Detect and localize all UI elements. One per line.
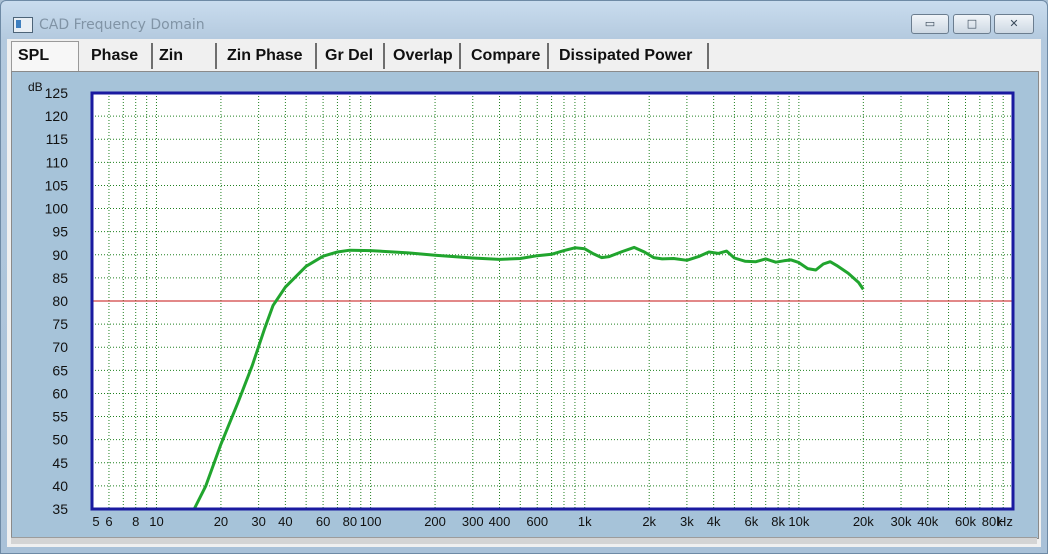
tab-gr-del[interactable]: Gr Del	[319, 43, 385, 69]
minimize-button[interactable]: ▭	[911, 14, 949, 34]
y-tick-label: 105	[45, 177, 69, 193]
x-tick-label: 30k	[891, 514, 912, 529]
x-tick-label: 4k	[707, 514, 721, 529]
tab-compare[interactable]: Compare	[465, 43, 549, 69]
y-tick-label: 75	[52, 316, 68, 332]
x-tick-label: 3k	[680, 514, 694, 529]
x-tick-label: 10	[149, 514, 163, 529]
x-tick-label: 8k	[771, 514, 785, 529]
main-panel: SPL Phase Zin Zin Phase Gr Del Overlap C…	[7, 39, 1041, 547]
x-tick-label: 5	[92, 514, 99, 529]
y-tick-label: 110	[46, 154, 69, 170]
y-tick-label: 100	[45, 201, 69, 217]
x-tick-label: 20k	[853, 514, 874, 529]
window-title: CAD Frequency Domain	[39, 17, 205, 33]
y-tick-label: 65	[52, 362, 68, 378]
y-tick-label: 90	[52, 247, 68, 263]
x-tick-label: 1k	[578, 514, 592, 529]
close-button[interactable]: ✕	[994, 14, 1034, 34]
x-tick-label: 8	[132, 514, 139, 529]
spl-chart: dB 3540455055606570758085909510010511011…	[28, 80, 1015, 529]
x-tick-label: 6	[105, 514, 112, 529]
app-window: CAD Frequency Domain ▭ □ ✕ SPL Phase Zin…	[0, 0, 1048, 554]
tab-spl[interactable]: SPL	[11, 41, 79, 71]
plot-area: dB 35 40 45 50 55 60 65 70 75 80 85 90 95 100 105 110 11…	[11, 71, 1039, 539]
x-tick-label: 600	[526, 514, 548, 529]
x-tick-label: 400	[489, 514, 511, 529]
y-tick-label: 55	[52, 409, 68, 425]
tab-dissipated-power[interactable]: Dissipated Power	[553, 43, 709, 69]
y-tick-label: 125	[45, 85, 69, 101]
y-tick-labels: 35 40 45 50 55 60 65 70 75 80 85 90 95 100 105 110 115 12…	[45, 85, 69, 517]
tab-zin[interactable]: Zin	[153, 43, 217, 69]
x-tick-label: 10k	[788, 514, 809, 529]
maximize-button[interactable]: □	[953, 14, 991, 34]
x-tick-label: 80	[343, 514, 357, 529]
y-tick-label: 50	[52, 432, 68, 448]
x-tick-label: 40	[278, 514, 292, 529]
x-tick-label: 300	[462, 514, 484, 529]
x-tick-label: 2k	[642, 514, 656, 529]
y-tick-label: 115	[46, 131, 69, 147]
tab-zin-phase[interactable]: Zin Phase	[221, 43, 317, 69]
y-tick-label: 35	[52, 501, 68, 517]
y-tick-label: 70	[52, 339, 68, 355]
y-axis-unit-label: dB	[28, 80, 43, 94]
y-tick-label: 85	[52, 270, 68, 286]
tab-phase[interactable]: Phase	[85, 43, 153, 69]
x-tick-label: 60	[316, 514, 330, 529]
x-tick-labels: 5 6 8 10 20 30 40 60 80 100 200 300 400 600 1k 2k 3k 4k 6k…	[92, 514, 1013, 529]
x-tick-label: 30	[251, 514, 265, 529]
x-tick-label: Hz	[997, 514, 1013, 529]
y-tick-label: 60	[52, 385, 68, 401]
x-tick-label: 6k	[744, 514, 758, 529]
y-tick-label: 95	[52, 224, 68, 240]
y-tick-label: 120	[45, 108, 69, 124]
x-tick-label: 100	[360, 514, 382, 529]
title-bar[interactable]: CAD Frequency Domain ▭ □ ✕	[1, 1, 1047, 39]
app-icon	[13, 17, 33, 33]
x-tick-label: 200	[424, 514, 446, 529]
x-tick-label: 40k	[917, 514, 938, 529]
y-tick-label: 80	[52, 293, 68, 309]
tab-overlap[interactable]: Overlap	[387, 43, 461, 69]
y-tick-label: 40	[52, 478, 68, 494]
x-tick-label: 20	[214, 514, 228, 529]
y-tick-label: 45	[52, 455, 68, 471]
x-tick-label: 60k	[955, 514, 976, 529]
status-strip	[11, 537, 1037, 544]
